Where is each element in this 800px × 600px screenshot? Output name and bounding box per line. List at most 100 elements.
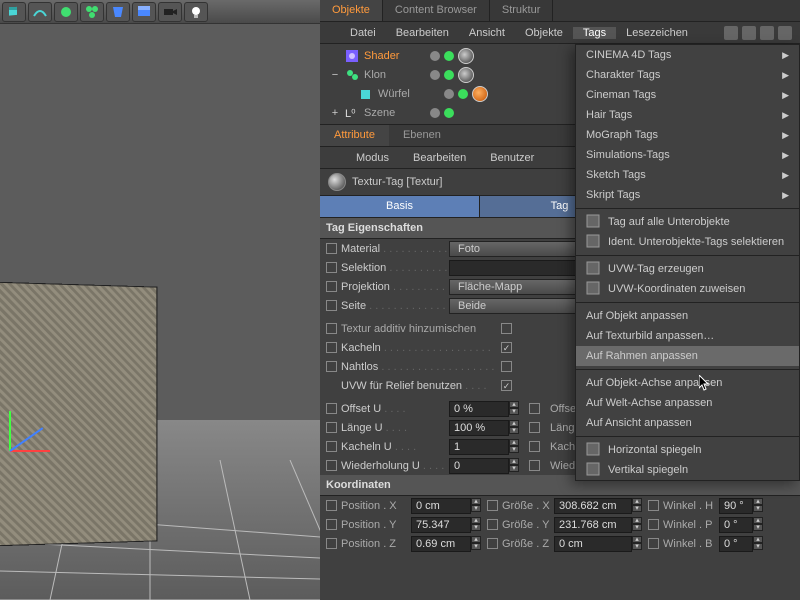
tool-array-icon[interactable] [80,2,104,22]
menu-item[interactable]: Auf Objekt-Achse anpassen [576,373,799,393]
menu-lesezeichen[interactable]: Lesezeichen [616,27,698,39]
menu-bearbeiten[interactable]: Bearbeiten [386,27,459,39]
visibility-dot[interactable] [430,108,440,118]
menu-item[interactable]: Tag auf alle Unterobjekte [576,212,799,232]
object-name[interactable]: Szene [364,107,412,119]
checkbox[interactable] [326,538,337,549]
spinner[interactable]: ▴▾ [632,536,644,552]
tab-attribute[interactable]: Attribute [320,125,389,146]
viewport[interactable] [0,24,320,600]
menu-item[interactable]: CINEMA 4D Tags▶ [576,45,799,65]
tab-objekte[interactable]: Objekte [320,0,383,21]
tab-struktur[interactable]: Struktur [490,0,554,21]
render-dot[interactable] [458,89,468,99]
attr-menu-modus[interactable]: Modus [344,152,401,164]
spinner[interactable]: ▴▾ [753,536,765,552]
checkbox[interactable] [529,441,540,452]
checkbox[interactable] [326,403,337,414]
checkbox[interactable] [326,300,337,311]
expand-icon[interactable]: + [330,107,340,119]
menu-item[interactable]: Auf Rahmen anpassen [576,346,799,366]
object-name[interactable]: Würfel [378,88,426,100]
menu-item[interactable]: Charakter Tags▶ [576,65,799,85]
checkbox[interactable] [648,519,659,530]
tags-context-menu[interactable]: CINEMA 4D Tags▶Charakter Tags▶Cineman Ta… [575,44,800,481]
menu-item[interactable]: Ident. Unterobjekte-Tags selektieren [576,232,799,252]
menu-item[interactable]: Hair Tags▶ [576,105,799,125]
tag-thumb[interactable] [458,67,474,83]
tool-cube-icon[interactable] [2,2,26,22]
tag-thumb[interactable] [458,48,474,64]
pos-z-field[interactable]: 0.69 cm [411,536,471,552]
tool-deformer-icon[interactable] [106,2,130,22]
tool-spline-icon[interactable] [28,2,52,22]
spinner[interactable]: ▴▾ [509,458,521,474]
spinner[interactable]: ▴▾ [509,401,521,417]
spinner[interactable]: ▴▾ [471,517,483,533]
spinner[interactable]: ▴▾ [471,536,483,552]
menu-item[interactable]: Vertikal spiegeln [576,460,799,480]
expand-icon[interactable]: − [330,69,340,81]
menu-item[interactable]: Auf Texturbild anpassen… [576,326,799,346]
spinner[interactable]: ▴▾ [509,420,521,436]
view-icon[interactable] [742,26,756,40]
menu-item[interactable]: Cineman Tags▶ [576,85,799,105]
checkbox[interactable] [326,500,337,511]
value-checkbox[interactable] [501,342,512,353]
offset_u-field[interactable]: 0 % [449,401,509,417]
spinner[interactable]: ▴▾ [471,498,483,514]
tool-light-icon[interactable] [184,2,208,22]
size-z-field[interactable]: 0 cm [554,536,632,552]
menu-item[interactable]: Sketch Tags▶ [576,165,799,185]
render-dot[interactable] [444,108,454,118]
checkbox[interactable] [326,361,337,372]
checkbox[interactable] [326,243,337,254]
spinner[interactable]: ▴▾ [632,517,644,533]
angle-b-field[interactable]: 0 ° [719,536,753,552]
checkbox[interactable] [326,460,337,471]
menu-item[interactable]: Horizontal spiegeln [576,440,799,460]
attr-menu-bearbeiten[interactable]: Bearbeiten [401,152,478,164]
tag-thumb[interactable] [472,86,488,102]
checkbox[interactable] [326,519,337,530]
kacheln_u-field[interactable]: 1 [449,439,509,455]
attr-menu-benutzer[interactable]: Benutzer [478,152,546,164]
size-y-field[interactable]: 231.768 cm [554,517,632,533]
spinner[interactable]: ▴▾ [753,498,765,514]
checkbox[interactable] [326,323,337,334]
spinner[interactable]: ▴▾ [509,439,521,455]
checkbox[interactable] [487,538,498,549]
wieder_u-field[interactable]: 0 [449,458,509,474]
checkbox[interactable] [326,422,337,433]
angle-p-field[interactable]: 0 ° [719,517,753,533]
menu-item[interactable]: Skript Tags▶ [576,185,799,205]
checkbox[interactable] [648,538,659,549]
search-icon[interactable] [724,26,738,40]
value-checkbox[interactable] [501,380,512,391]
render-dot[interactable] [444,70,454,80]
render-dot[interactable] [444,51,454,61]
tool-camera-icon[interactable] [158,2,182,22]
value-checkbox[interactable] [501,323,512,334]
visibility-dot[interactable] [430,51,440,61]
tab-ebenen[interactable]: Ebenen [389,125,455,146]
tab-content-browser[interactable]: Content Browser [383,0,490,21]
menu-item[interactable]: UVW-Tag erzeugen [576,259,799,279]
tool-nurbs-icon[interactable] [54,2,78,22]
pos-x-field[interactable]: 0 cm [411,498,471,514]
checkbox[interactable] [326,281,337,292]
checkbox[interactable] [326,262,337,273]
angle-h-field[interactable]: 90 ° [719,498,753,514]
menu-objekte[interactable]: Objekte [515,27,573,39]
menu-item[interactable]: Auf Ansicht anpassen [576,413,799,433]
fn-icon[interactable] [760,26,774,40]
visibility-dot[interactable] [430,70,440,80]
checkbox[interactable] [326,441,337,452]
size-x-field[interactable]: 308.682 cm [554,498,632,514]
spinner[interactable]: ▴▾ [632,498,644,514]
checkbox[interactable] [529,403,540,414]
menu-item[interactable]: MoGraph Tags▶ [576,125,799,145]
spinner[interactable]: ▴▾ [753,517,765,533]
checkbox[interactable] [529,460,540,471]
menu-item[interactable]: Simulations-Tags▶ [576,145,799,165]
